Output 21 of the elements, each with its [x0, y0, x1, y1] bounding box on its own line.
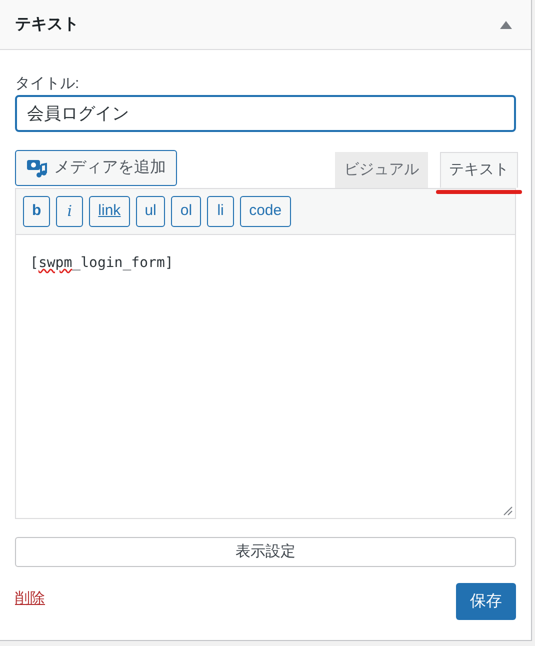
save-button[interactable]: 保存 [456, 583, 516, 620]
editor-tab[interactable]: テキスト [440, 152, 518, 188]
title-input[interactable]: 会員ログイン [15, 95, 516, 132]
editor-tab[interactable]: ビジュアル [335, 152, 428, 188]
collapse-arrow-icon[interactable] [500, 20, 512, 28]
display-settings-button[interactable]: 表示設定 [15, 537, 516, 567]
quicktag-button[interactable]: ul [136, 196, 166, 227]
title-label: タイトル: [15, 75, 80, 93]
quicktag-button[interactable]: code [240, 196, 291, 227]
quicktag-button[interactable]: i [56, 196, 84, 227]
panel-header[interactable]: テキスト [0, 0, 531, 50]
panel-title: テキスト [15, 14, 79, 34]
quicktag-button[interactable]: link [89, 196, 130, 227]
quicktag-button[interactable]: li [207, 196, 234, 227]
media-icon [26, 157, 48, 179]
resize-handle-icon[interactable] [503, 506, 513, 516]
add-media-button[interactable]: メディアを追加 [15, 150, 177, 186]
quicktag-button[interactable]: b [23, 196, 50, 227]
quicktag-button[interactable]: ol [171, 196, 202, 227]
editor-content: [swpm_login_form] [30, 255, 174, 271]
delete-link[interactable]: 削除 [15, 588, 45, 610]
